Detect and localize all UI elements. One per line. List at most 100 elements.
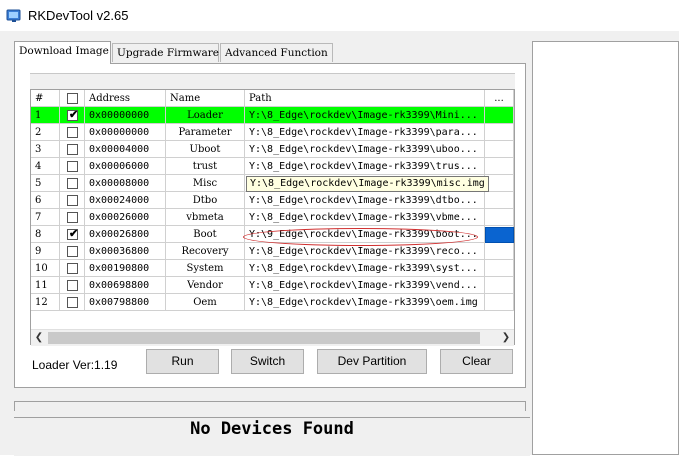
table-row[interactable]: 3 0x00004000 Uboot Y:\8_Edge\rockdev\Image-… [31, 141, 514, 158]
row-address: 0x00000000 [85, 124, 166, 141]
select-all-checkbox[interactable] [67, 93, 78, 104]
table-row[interactable]: 11 0x00698800 Vendor Y:\8_Edge\rockdev\Imag… [31, 277, 514, 294]
row-number: 3 [31, 141, 60, 158]
scrollbar-thumb[interactable] [48, 332, 480, 344]
table-row[interactable]: 9 0x00036800 Recovery Y:\8_Edge\rockdev\Ima… [31, 243, 514, 260]
row-name: Dtbo [166, 192, 245, 209]
row-checkbox-cell [60, 124, 85, 141]
row-path: Y:\9_Edge\rockdev\Image-rk3399\boot... [245, 226, 485, 243]
row-browse-cell[interactable] [485, 209, 514, 226]
row-checkbox[interactable]: ✔ [67, 228, 79, 240]
row-name: Oem [166, 294, 245, 311]
tab-upgrade-firmware[interactable]: Upgrade Firmware [112, 43, 219, 62]
row-checkbox-cell [60, 294, 85, 311]
col-header-select-all[interactable] [60, 90, 85, 107]
browse-cell-selected[interactable] [485, 227, 514, 243]
row-address: 0x00036800 [85, 243, 166, 260]
row-name: Recovery [166, 243, 245, 260]
row-path: Y:\8_Edge\rockdev\Image-rk3399\trus... [245, 158, 485, 175]
chevron-right-icon[interactable]: ❯ [498, 330, 514, 346]
row-name: trust [166, 158, 245, 175]
row-checkbox[interactable] [67, 246, 78, 257]
run-button[interactable]: Run [146, 349, 219, 374]
grid-toolbar-strip [30, 73, 515, 90]
row-address: 0x00698800 [85, 277, 166, 294]
row-checkbox[interactable]: ✔ [67, 109, 79, 121]
horizontal-scrollbar[interactable]: ❮ ❯ [31, 329, 514, 346]
col-header-address: Address [85, 90, 166, 107]
table-row[interactable]: 12 0x00798800 Oem Y:\8_Edge\rockdev\Image-r… [31, 294, 514, 311]
row-checkbox-cell [60, 175, 85, 192]
col-header-path: Path [245, 90, 485, 107]
row-path: Y:\8_Edge\rockdev\Image-rk3399\uboo... [245, 141, 485, 158]
row-path: Y:\8_Edge\rockdev\Image-rk3399\vbme... [245, 209, 485, 226]
chevron-left-icon[interactable]: ❮ [31, 330, 47, 346]
row-name: System [166, 260, 245, 277]
row-name: Boot [166, 226, 245, 243]
row-browse-cell[interactable] [485, 192, 514, 209]
switch-button[interactable]: Switch [231, 349, 304, 374]
row-checkbox[interactable] [67, 195, 78, 206]
row-checkbox-cell [60, 260, 85, 277]
row-number: 1 [31, 107, 60, 124]
row-browse-cell[interactable] [485, 158, 514, 175]
row-name: vbmeta [166, 209, 245, 226]
row-name: Parameter [166, 124, 245, 141]
row-checkbox-cell: ✔ [60, 226, 85, 243]
tab-label: Upgrade Firmware [117, 47, 219, 59]
row-path: Y:\8_Edge\rockdev\Image-rk3399\oem.img [245, 294, 485, 311]
row-address: 0x00004000 [85, 141, 166, 158]
row-number: 7 [31, 209, 60, 226]
row-path: Y:\8_Edge\rockdev\Image-rk3399\reco... [245, 243, 485, 260]
row-checkbox-cell: ✔ [60, 107, 85, 124]
table-header: # Address Name Path ... [31, 90, 514, 107]
row-number: 11 [31, 277, 60, 294]
tab-advanced-function[interactable]: Advanced Function [220, 43, 333, 62]
path-tooltip: Y:\8_Edge\rockdev\Image-rk3399\misc.img [246, 176, 489, 192]
checkmark-icon: ✔ [69, 109, 79, 121]
table-row[interactable]: 4 0x00006000 trust Y:\8_Edge\rockdev\Image-… [31, 158, 514, 175]
row-checkbox[interactable] [67, 263, 78, 274]
row-number: 6 [31, 192, 60, 209]
row-browse-cell[interactable] [485, 243, 514, 260]
row-checkbox[interactable] [67, 212, 78, 223]
tab-label: Advanced Function [225, 47, 328, 59]
row-browse-cell[interactable] [485, 141, 514, 158]
table-row[interactable]: 8 ✔ 0x00026800 Boot Y:\9_Edge\rockdev\Image-… [31, 226, 514, 243]
table-row[interactable]: 1 ✔ 0x00000000 Loader Y:\8_Edge\rockdev\Imag… [31, 107, 514, 124]
row-checkbox[interactable] [67, 144, 78, 155]
dev-partition-button[interactable]: Dev Partition [317, 349, 427, 374]
row-path: Y:\8_Edge\rockdev\Image-rk3399\syst... [245, 260, 485, 277]
row-name: Misc [166, 175, 245, 192]
row-number: 10 [31, 260, 60, 277]
row-number: 5 [31, 175, 60, 192]
row-address: 0x00000000 [85, 107, 166, 124]
table-row[interactable]: 2 0x00000000 Parameter Y:\8_Edge\rockdev\Im… [31, 124, 514, 141]
row-path: Y:\8_Edge\rockdev\Image-rk3399\Mini... [245, 107, 485, 124]
row-checkbox[interactable] [67, 280, 78, 291]
row-path: Y:\8_Edge\rockdev\Image-rk3399\vend... [245, 277, 485, 294]
row-checkbox[interactable] [67, 178, 78, 189]
row-checkbox[interactable] [67, 127, 78, 138]
row-browse-cell[interactable] [485, 124, 514, 141]
row-browse-cell[interactable] [485, 294, 514, 311]
clear-button[interactable]: Clear [440, 349, 513, 374]
row-address: 0x00008000 [85, 175, 166, 192]
row-browse-cell[interactable] [485, 175, 514, 192]
partition-table: # Address Name Path ... 1 ✔ 0x00000000 Load… [30, 89, 515, 345]
col-header-number: # [31, 90, 60, 107]
row-browse-cell[interactable] [485, 277, 514, 294]
table-row[interactable]: 10 0x00190800 System Y:\8_Edge\rockdev\Imag… [31, 260, 514, 277]
table-row[interactable]: 6 0x00024000 Dtbo Y:\8_Edge\rockdev\Image-r… [31, 192, 514, 209]
row-checkbox-cell [60, 243, 85, 260]
checkmark-icon: ✔ [69, 228, 79, 240]
table-row[interactable]: 7 0x00026000 vbmeta Y:\8_Edge\rockdev\Image… [31, 209, 514, 226]
tab-download-image[interactable]: Download Image [14, 41, 111, 64]
row-checkbox[interactable] [67, 297, 78, 308]
row-checkbox[interactable] [67, 161, 78, 172]
row-browse-cell[interactable] [485, 260, 514, 277]
row-browse-cell[interactable] [485, 107, 514, 124]
row-name: Vendor [166, 277, 245, 294]
row-address: 0x00006000 [85, 158, 166, 175]
row-checkbox-cell [60, 158, 85, 175]
